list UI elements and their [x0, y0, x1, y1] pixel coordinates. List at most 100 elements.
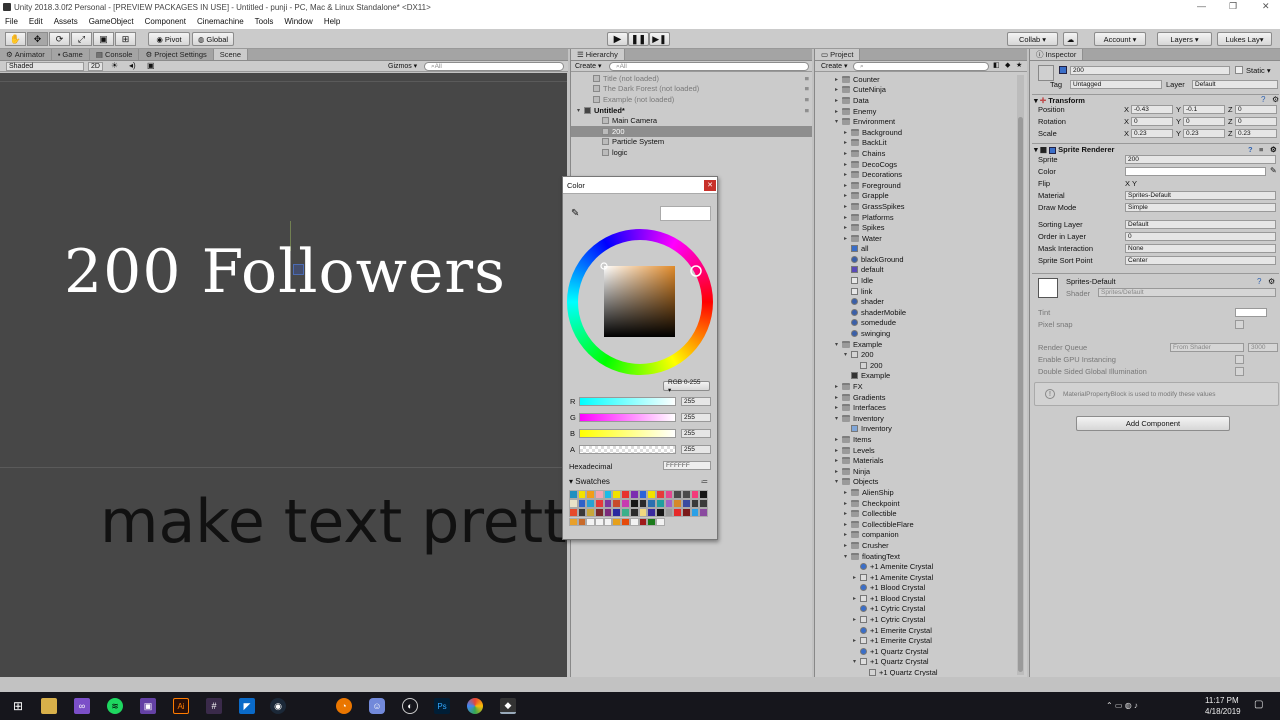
project-item[interactable]: Example — [835, 371, 1027, 382]
project-item[interactable]: ▸ FX — [835, 381, 1027, 392]
global-button[interactable]: ◍ Global — [192, 32, 234, 46]
color-swatch[interactable] — [629, 517, 639, 527]
obs-icon[interactable]: ◐ — [402, 698, 418, 714]
context-menu-icon[interactable]: ≡ — [805, 106, 809, 115]
project-item[interactable]: swinging — [835, 328, 1027, 339]
color-swatch[interactable] — [595, 517, 604, 527]
project-item[interactable]: ▸ CuteNinja — [835, 85, 1027, 96]
cloud-icon[interactable]: ☁ — [1063, 32, 1078, 46]
scene-view[interactable]: 200 Followers make text pretty — [0, 73, 567, 677]
steam-icon[interactable]: ◉ — [270, 698, 286, 714]
fold-arrow-icon[interactable]: ▸ — [844, 224, 851, 231]
project-item[interactable]: ▸ Checkpoint — [835, 498, 1027, 509]
channel-slider[interactable] — [579, 445, 676, 454]
project-item[interactable]: ▸ Gradients — [835, 392, 1027, 403]
filter-label-icon[interactable]: ◆ — [1005, 61, 1010, 69]
color-swatch[interactable] — [569, 490, 578, 499]
fold-arrow-icon[interactable]: ▸ — [844, 139, 851, 146]
shading-mode-dropdown[interactable]: Shaded — [6, 62, 84, 71]
sprite-renderer-header[interactable]: ▾ ▦ Sprite Renderer ? ≡ ⚙ — [1032, 143, 1279, 154]
hierarchy-search-input[interactable]: ⌕All — [609, 62, 809, 71]
sprite-renderer-field[interactable]: 200 — [1125, 155, 1276, 164]
eyedropper-icon[interactable]: ✎ — [571, 208, 579, 219]
hand-tool-icon[interactable]: ✋ — [5, 32, 26, 46]
project-item[interactable]: default — [835, 265, 1027, 276]
component-menu-icon[interactable]: ⚙ — [1270, 145, 1277, 154]
close-icon[interactable]: ✕ — [704, 180, 716, 191]
sprite-renderer-field[interactable]: Center — [1125, 256, 1276, 265]
project-item[interactable]: somedude — [835, 318, 1027, 329]
color-swatch[interactable] — [629, 508, 639, 518]
project-item[interactable]: ▾ Inventory — [835, 413, 1027, 424]
color-swatch[interactable] — [638, 517, 648, 527]
fold-arrow-icon[interactable]: ▾ — [577, 107, 584, 114]
fold-arrow-icon[interactable]: ▸ — [835, 97, 842, 104]
gizmos-dropdown[interactable]: Gizmos ▾ — [388, 62, 417, 70]
add-component-button[interactable]: Add Component — [1076, 416, 1230, 431]
fold-arrow-icon[interactable]: ▸ — [835, 447, 842, 454]
project-item[interactable]: ▸ AlienShip — [835, 487, 1027, 498]
project-item[interactable]: shaderMobile — [835, 307, 1027, 318]
project-item[interactable]: ▸ Grapple — [835, 191, 1027, 202]
project-item[interactable]: ▸ GrassSpikes — [835, 201, 1027, 212]
color-swatch[interactable] — [664, 490, 674, 499]
tab-inspector[interactable]: ⓘ Inspector — [1030, 49, 1084, 60]
project-item[interactable]: ▸ BackLit — [835, 138, 1027, 149]
sprite-renderer-field[interactable]: Simple — [1125, 203, 1276, 212]
project-item[interactable]: ▾ floatingText — [835, 551, 1027, 562]
scene-text-followers[interactable]: 200 Followers — [64, 237, 506, 307]
project-item[interactable]: ▸ Enemy — [835, 106, 1027, 117]
fold-arrow-icon[interactable]: ▸ — [835, 404, 842, 411]
fold-arrow-icon[interactable]: ▸ — [835, 468, 842, 475]
help-icon[interactable]: ? — [1248, 145, 1253, 154]
color-swatch[interactable] — [621, 517, 630, 527]
transform-y-field[interactable]: -0.1 — [1183, 105, 1225, 114]
hierarchy-item[interactable]: 200 — [571, 125, 812, 137]
project-item[interactable]: +1 Blood Crystal — [835, 583, 1027, 594]
notifications-icon[interactable]: ▢ — [1254, 699, 1263, 710]
menu-window[interactable]: Window — [284, 17, 312, 29]
fold-arrow-icon[interactable]: ▸ — [844, 203, 851, 210]
lighting-icon[interactable]: ☀ — [111, 61, 118, 70]
sprite-renderer-field[interactable]: Default — [1125, 220, 1276, 229]
tab-console[interactable]: ▤ Console — [90, 49, 140, 60]
project-item[interactable]: ▸ +1 Emerite Crystal — [835, 635, 1027, 646]
context-menu-icon[interactable]: ≡ — [805, 95, 809, 104]
fold-arrow-icon[interactable]: ▾ — [835, 478, 842, 485]
color-swatch[interactable] — [681, 490, 691, 499]
fold-arrow-icon[interactable]: ▸ — [835, 436, 842, 443]
project-item[interactable]: ▸ Chains — [835, 148, 1027, 159]
context-menu-icon[interactable]: ≡ — [805, 84, 809, 93]
project-item[interactable]: ▸ DecoCogs — [835, 159, 1027, 170]
layout-button[interactable]: Lukes Lay▾ — [1217, 32, 1272, 46]
step-button[interactable]: ▶❚ — [649, 32, 670, 46]
project-item[interactable]: link — [835, 286, 1027, 297]
hierarchy-item[interactable]: Main Camera — [571, 115, 812, 126]
transform-header[interactable]: ▾ ✛ Transform — [1032, 94, 1279, 105]
menu-assets[interactable]: Assets — [54, 17, 78, 29]
channel-slider[interactable] — [579, 397, 676, 406]
color-swatch[interactable] — [569, 517, 578, 527]
color-swatch[interactable] — [621, 499, 630, 508]
render-queue-value[interactable]: 3000 — [1248, 343, 1278, 352]
sprite-color-field[interactable] — [1125, 167, 1266, 176]
project-search-input[interactable]: ⌕ — [853, 62, 989, 71]
channel-value-field[interactable]: 255 — [681, 429, 711, 438]
static-dropdown[interactable]: Static ▾ — [1246, 66, 1271, 75]
transform-z-field[interactable]: 0 — [1235, 117, 1277, 126]
color-swatch[interactable] — [699, 508, 708, 518]
transform-tool-icon[interactable]: ⊞ — [115, 32, 136, 46]
color-swatch[interactable] — [655, 508, 665, 518]
favorite-icon[interactable]: ★ — [1016, 61, 1022, 69]
color-swatch[interactable] — [595, 490, 604, 499]
channel-slider[interactable] — [579, 413, 676, 422]
project-item[interactable]: ▸ Platforms — [835, 212, 1027, 223]
render-queue-dropdown[interactable]: From Shader — [1170, 343, 1244, 352]
object-name-field[interactable]: 200 — [1070, 66, 1230, 75]
channel-value-field[interactable]: 255 — [681, 413, 711, 422]
fold-arrow-icon[interactable]: ▸ — [844, 521, 851, 528]
selection-rect[interactable] — [293, 264, 304, 275]
layer-dropdown[interactable]: Default — [1192, 80, 1278, 89]
color-swatch[interactable] — [621, 490, 630, 499]
color-swatch[interactable] — [647, 517, 656, 527]
